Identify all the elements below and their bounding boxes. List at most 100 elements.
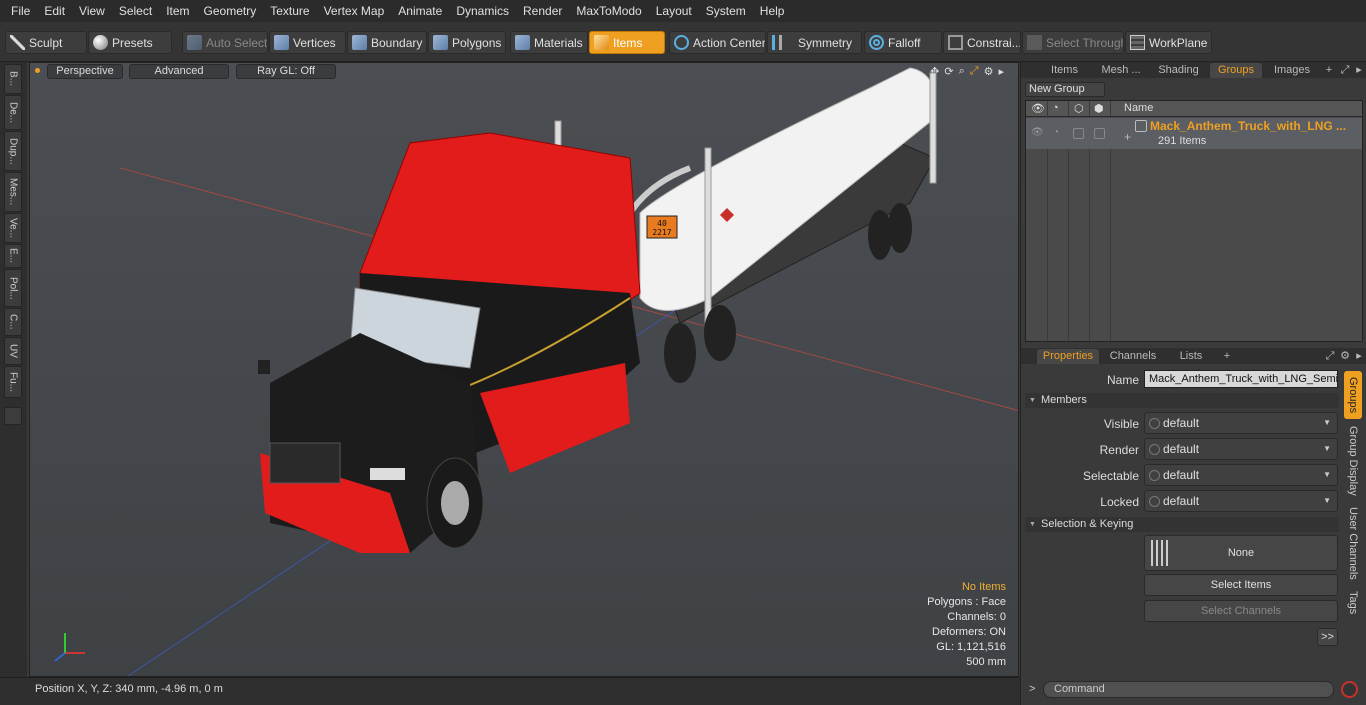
tab-items[interactable]: Items (1037, 63, 1092, 78)
add-prop-tab-icon[interactable]: + (1221, 349, 1233, 364)
menu-dynamics[interactable]: Dynamics (449, 0, 516, 22)
tab-groups[interactable]: Groups (1210, 63, 1262, 78)
command-input[interactable]: Command (1043, 681, 1334, 698)
presets-icon (93, 35, 108, 50)
items-icon (594, 35, 609, 50)
action-center-button[interactable]: Action Center (669, 31, 766, 54)
left-tab-deform[interactable]: De... (4, 95, 22, 130)
menu-animate[interactable]: Animate (391, 0, 449, 22)
menu-select[interactable]: Select (112, 0, 159, 22)
sculpt-button[interactable]: Sculpt (5, 31, 87, 54)
prop-menu-icon[interactable]: ▸ (1353, 349, 1365, 364)
menu-texture[interactable]: Texture (263, 0, 316, 22)
vertices-button[interactable]: Vertices1 (269, 31, 346, 54)
record-icon[interactable] (1341, 681, 1358, 698)
select-channels-button[interactable]: Select Channels (1144, 600, 1338, 622)
left-tab-mesh[interactable]: Mes... (4, 172, 22, 212)
name-field[interactable]: Mack_Anthem_Truck_with_LNG_Semi_ (1144, 370, 1338, 388)
menu-layout[interactable]: Layout (649, 0, 699, 22)
tab-shading[interactable]: Shading (1151, 63, 1206, 78)
hazard-plate-bottom: 2217 (652, 228, 671, 237)
locked-select[interactable]: default (1144, 490, 1338, 512)
group-row[interactable]: 👁 ◔ + Mack_Anthem_Truck_with_LNG ... 291… (1026, 118, 1362, 149)
truck-model: 40 2217 (54, 67, 1018, 676)
symmetry-button[interactable]: Symmetry (767, 31, 862, 54)
toolbar: Sculpt Presets Auto Select Vertices1 Bou… (0, 22, 1366, 62)
menu-system[interactable]: System (699, 0, 753, 22)
stat-polygons: Polygons : Face (927, 596, 1006, 608)
left-tab-fusion[interactable]: Fu... (4, 366, 22, 398)
left-tab-curve[interactable]: C... (4, 308, 22, 336)
visible-select[interactable]: default (1144, 412, 1338, 434)
action-center-icon (674, 35, 689, 50)
materials-button[interactable]: Materials (510, 31, 588, 54)
left-tab-polygon[interactable]: Pol... (4, 269, 22, 307)
panel-menu-icon[interactable]: ▸ (1353, 63, 1365, 78)
menu-geometry[interactable]: Geometry (197, 0, 264, 22)
select-icon[interactable]: ⬡ (1074, 102, 1084, 115)
brush-icon (10, 35, 25, 50)
menu-file[interactable]: File (4, 0, 37, 22)
expand-row-icon[interactable]: + (1124, 130, 1131, 144)
right-panel: Items Mesh ... Shading Groups Images + ⤢… (1020, 62, 1366, 705)
menu-help[interactable]: Help (753, 0, 792, 22)
selectable-select[interactable]: default (1144, 464, 1338, 486)
add-tab-icon[interactable]: + (1323, 63, 1335, 78)
polygons-button[interactable]: Polygons (428, 31, 506, 54)
menu-item[interactable]: Item (159, 0, 196, 22)
3d-viewport[interactable]: Perspective Advanced Ray GL: Off ✥ ⟳ ⌕ ⤢… (29, 62, 1019, 677)
auto-select-button[interactable]: Auto Select (182, 31, 268, 54)
side-tab-user-channels[interactable]: User Channels (1344, 503, 1362, 583)
row-render-icon[interactable]: ◔ (1053, 127, 1059, 138)
menu-edit[interactable]: Edit (37, 0, 72, 22)
menu-vertex-map[interactable]: Vertex Map (317, 0, 392, 22)
presets-button[interactable]: Presets (88, 31, 172, 54)
menu-maxtomodo[interactable]: MaxToModo (569, 0, 648, 22)
falloff-button[interactable]: Falloff (864, 31, 942, 54)
selection-keying-section[interactable]: Selection & Keying (1025, 517, 1339, 532)
property-side-tabs: Groups Group Display User Channels Tags (1344, 369, 1364, 669)
render-select[interactable]: default (1144, 438, 1338, 460)
more-button[interactable]: >> (1317, 628, 1338, 646)
hazard-plate-top: 40 (657, 219, 667, 228)
property-tabs: Properties Channels Lists + ⤢ ⚙ ▸ (1021, 348, 1366, 364)
tab-images[interactable]: Images (1264, 63, 1320, 78)
left-tab-toggle[interactable] (4, 407, 22, 425)
prop-settings-icon[interactable]: ⚙ (1339, 349, 1351, 364)
menu-render[interactable]: Render (516, 0, 569, 22)
prop-expand-icon[interactable]: ⤢ (1324, 349, 1336, 364)
tab-mesh[interactable]: Mesh ... (1093, 63, 1149, 78)
lock-icon[interactable]: ⬢ (1094, 102, 1104, 115)
menu-view[interactable]: View (72, 0, 112, 22)
constraints-button[interactable]: Constrai... (943, 31, 1021, 54)
row-lock-checkbox[interactable] (1094, 128, 1105, 139)
trailer-wheel (888, 203, 912, 253)
items-button[interactable]: Items (589, 31, 665, 54)
tab-channels[interactable]: Channels (1105, 349, 1161, 364)
front-wheel-hub (441, 481, 469, 525)
row-visibility-icon[interactable]: 👁 (1031, 127, 1044, 138)
side-tab-tags[interactable]: Tags (1344, 587, 1362, 619)
left-tab-vertex[interactable]: Ve... (4, 213, 22, 243)
visibility-eye-icon[interactable]: 👁 (1031, 102, 1045, 115)
left-tab-basic[interactable]: B... (4, 64, 22, 94)
left-tab-edge[interactable]: E... (4, 244, 22, 268)
select-items-button[interactable]: Select Items (1144, 574, 1338, 596)
none-button[interactable]: None (1144, 535, 1338, 571)
side-tab-group-display[interactable]: Group Display (1344, 423, 1362, 499)
tab-lists[interactable]: Lists (1168, 349, 1214, 364)
row-select-checkbox[interactable] (1073, 128, 1084, 139)
boundary-button[interactable]: Boundary (347, 31, 427, 54)
new-group-button[interactable]: New Group (1025, 82, 1105, 97)
select-through-button[interactable]: Select Through (1022, 31, 1124, 54)
menu-bar: File Edit View Select Item Geometry Text… (0, 0, 1366, 22)
tab-properties[interactable]: Properties (1037, 349, 1099, 364)
workplane-button[interactable]: WorkPlane (1125, 31, 1212, 54)
selectable-label: Selectable (1082, 469, 1139, 483)
left-tab-duplicate[interactable]: Dup... (4, 131, 22, 171)
members-section[interactable]: Members (1025, 393, 1339, 408)
side-tab-groups[interactable]: Groups (1344, 371, 1362, 419)
left-tab-uv[interactable]: UV (4, 337, 22, 365)
render-icon[interactable]: ◔ (1052, 102, 1059, 114)
expand-icon[interactable]: ⤢ (1339, 63, 1351, 78)
